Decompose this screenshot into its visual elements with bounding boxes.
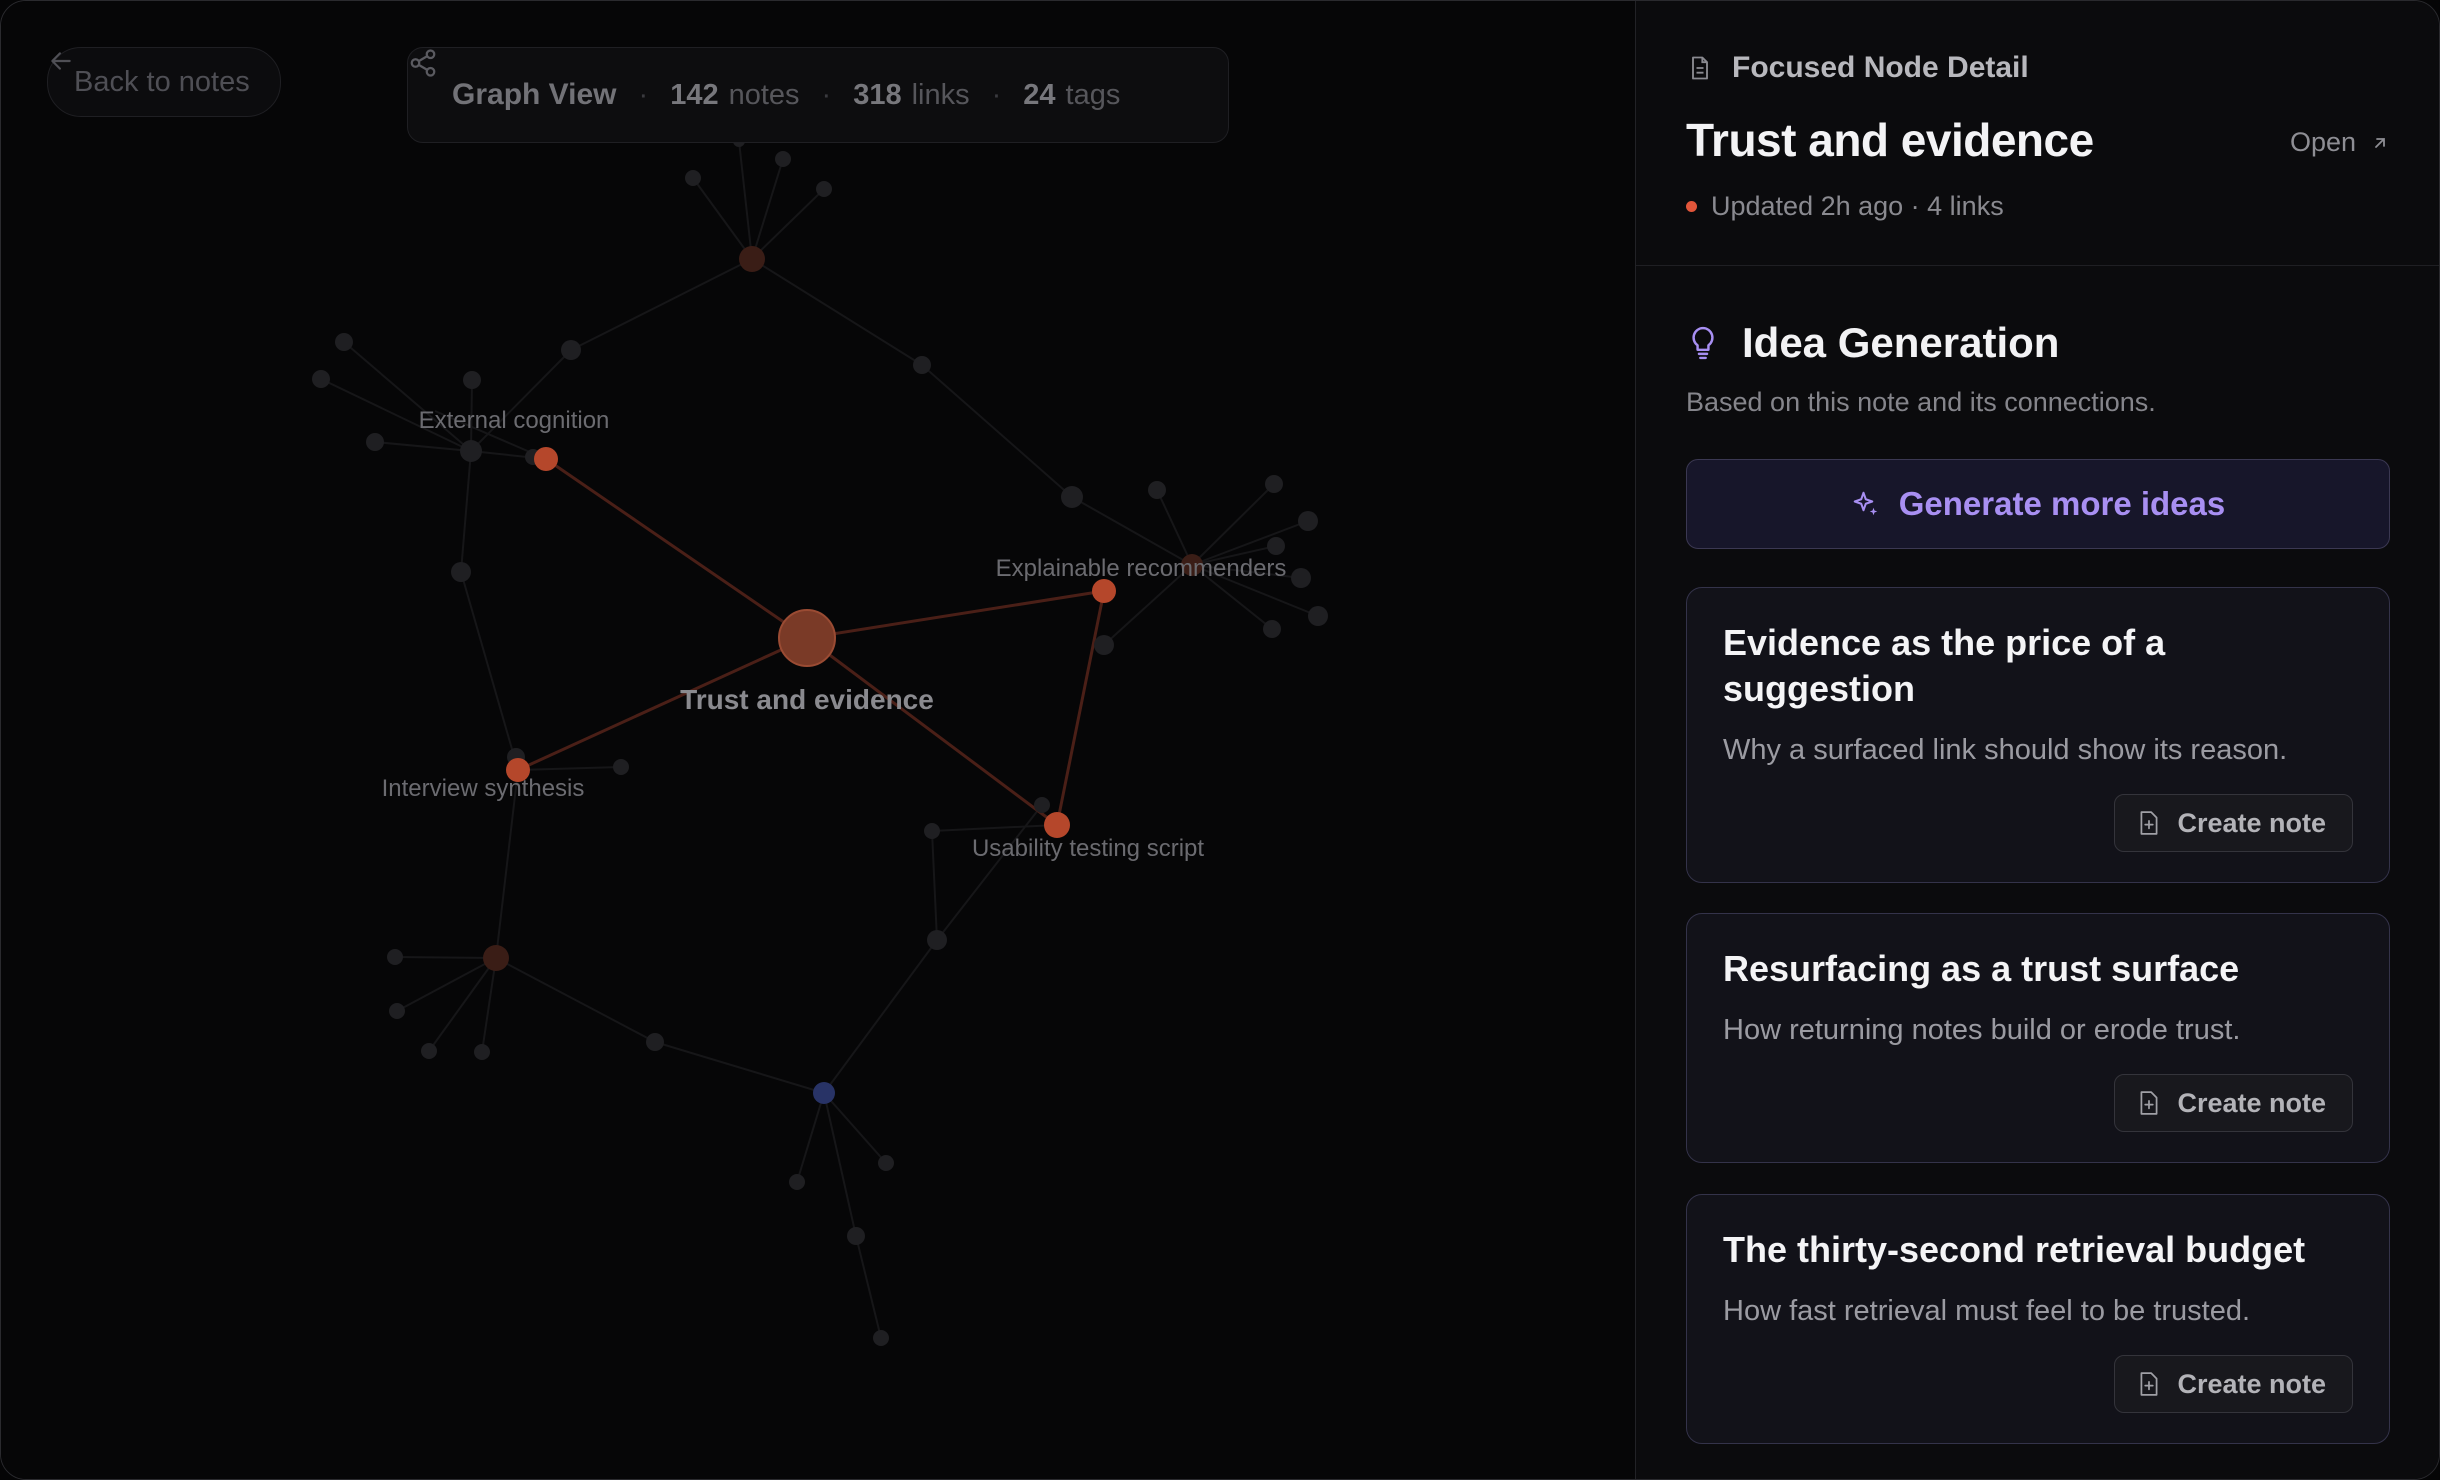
create-note-button[interactable]: Create note xyxy=(2114,1074,2353,1132)
node-label-external[interactable]: External cognition xyxy=(419,407,610,435)
idea-description: How returning notes build or erode trust… xyxy=(1723,1014,2241,1046)
open-label: Open xyxy=(2289,127,2356,157)
lightbulb-icon xyxy=(1692,326,1714,360)
ideas-title: Idea Generation xyxy=(1742,319,2060,366)
back-to-notes-button[interactable]: Back to notes xyxy=(47,47,281,117)
create-note-label: Create note xyxy=(2177,807,2326,838)
app-window: External cognition Explainable recommend… xyxy=(0,0,2440,1480)
idea-title: Evidence as the price of a suggestion xyxy=(1723,622,2166,709)
node-label-usability[interactable]: Usability testing script xyxy=(972,835,1204,863)
meta-text: Updated 2h ago · 4 links xyxy=(1711,191,2004,221)
document-icon xyxy=(1692,56,1708,80)
node-label-explainable[interactable]: Explainable recommenders xyxy=(996,555,1287,583)
ideas-subtitle: Based on this note and its connections. xyxy=(1686,387,2156,417)
node-label-interview[interactable]: Interview synthesis xyxy=(382,775,585,803)
notes-unit: notes xyxy=(728,78,800,111)
graph-svg[interactable] xyxy=(1,1,1635,1479)
create-note-button[interactable]: Create note xyxy=(2114,1355,2353,1413)
node-detail-panel: Focused Node Detail Trust and evidence O… xyxy=(1635,1,2439,1479)
notes-count: 142 xyxy=(670,78,719,111)
panel-header: Focused Node Detail Trust and evidence O… xyxy=(1636,1,2439,266)
idea-card[interactable]: Resurfacing as a trust surface How retur… xyxy=(1686,913,2390,1163)
create-note-label: Create note xyxy=(2177,1368,2326,1399)
focus-node[interactable] xyxy=(778,609,836,667)
idea-title: The thirty-second retrieval budget xyxy=(1723,1229,2306,1270)
idea-card[interactable]: The thirty-second retrieval budget How f… xyxy=(1686,1194,2390,1444)
links-count: 318 xyxy=(853,78,902,111)
idea-description: How fast retrieval must feel to be trust… xyxy=(1723,1295,2251,1327)
idea-card[interactable]: Evidence as the price of a suggestion Wh… xyxy=(1686,587,2390,883)
arrow-up-right-icon xyxy=(2375,137,2385,148)
idea-title: Resurfacing as a trust surface xyxy=(1723,948,2240,989)
generate-label: Generate more ideas xyxy=(1898,485,2226,522)
node-title: Trust and evidence xyxy=(1686,114,2094,166)
node-label-main[interactable]: Trust and evidence xyxy=(680,684,934,716)
tags-count: 24 xyxy=(1023,78,1056,111)
create-note-button[interactable]: Create note xyxy=(2114,794,2353,852)
graph-stats-bar: Graph View · 142 notes · 318 links · 24 … xyxy=(407,47,1229,143)
sparkle-icon xyxy=(1853,491,1877,516)
arrow-left-icon xyxy=(51,52,71,70)
graph-view-title: Graph View xyxy=(452,78,617,111)
generate-ideas-button[interactable]: Generate more ideas xyxy=(1686,459,2390,549)
file-plus-icon xyxy=(2141,1372,2158,1396)
node-meta: Updated 2h ago · 4 links xyxy=(1686,191,2004,222)
open-note-link[interactable]: Open xyxy=(2290,127,2390,158)
create-note-label: Create note xyxy=(2177,1087,2326,1118)
back-label: Back to notes xyxy=(74,65,250,98)
section-label: Focused Node Detail xyxy=(1732,51,2029,84)
file-plus-icon xyxy=(2141,811,2158,835)
idea-description: Why a surfaced link should show its reas… xyxy=(1723,734,2288,766)
links-unit: links xyxy=(911,78,970,111)
tags-unit: tags xyxy=(1065,78,1121,111)
file-plus-icon xyxy=(2141,1091,2158,1115)
graph-canvas[interactable]: External cognition Explainable recommend… xyxy=(1,1,1635,1479)
share-nodes-icon xyxy=(410,49,436,77)
status-dot xyxy=(1686,201,1697,212)
